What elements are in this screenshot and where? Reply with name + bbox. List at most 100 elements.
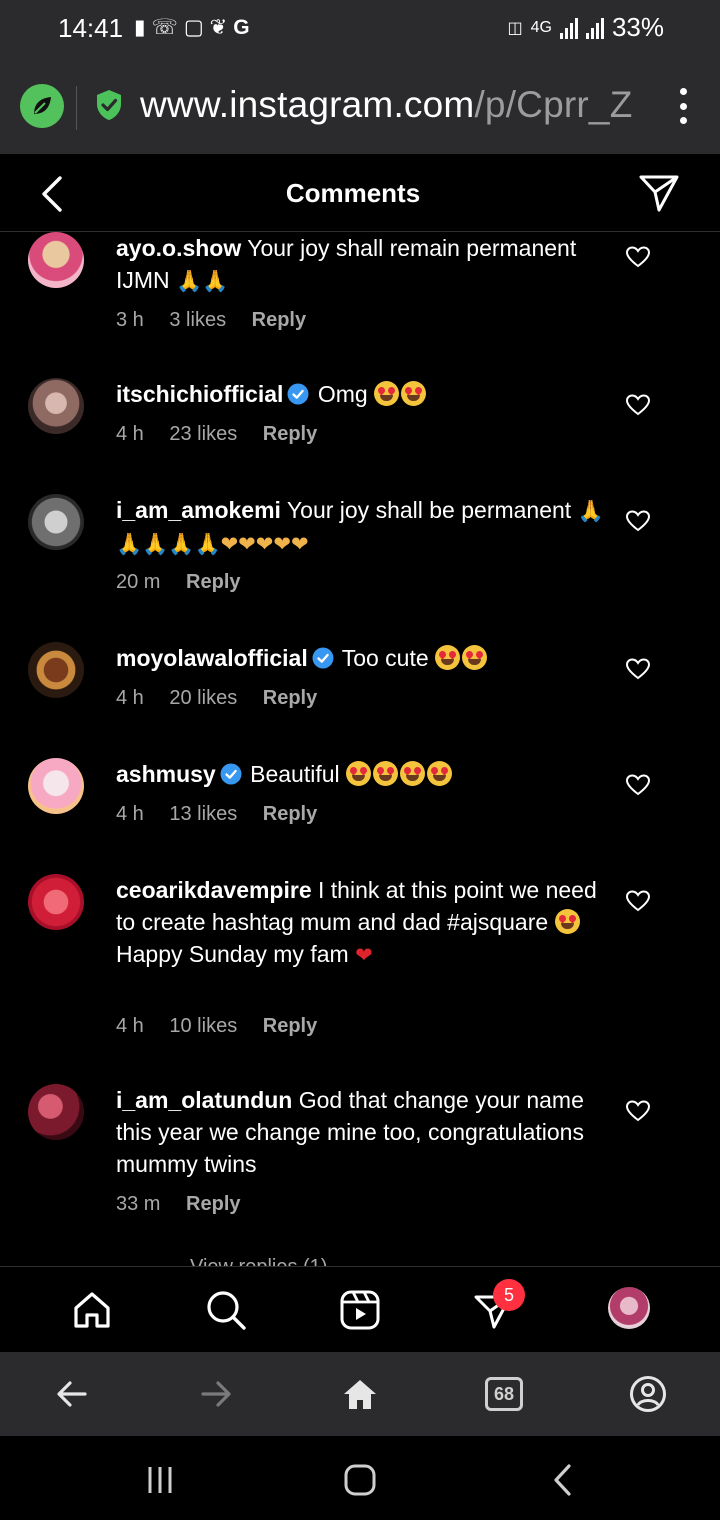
home-square-icon <box>344 1464 376 1496</box>
avatar[interactable] <box>28 232 84 288</box>
avatar[interactable] <box>28 378 84 434</box>
url-host: www.instagram.com <box>140 84 475 125</box>
recent-apps-button[interactable] <box>140 1460 180 1500</box>
comment-meta: 4 h 23 likes Reply <box>116 423 337 446</box>
like-heart-icon[interactable] <box>626 394 650 416</box>
home-icon <box>74 1292 110 1328</box>
comment-likes[interactable]: 20 likes <box>169 687 237 709</box>
comment-text: itschichiofficial Omg <box>116 378 606 410</box>
browser-url-bar: www.instagram.com/p/Cprr_Z <box>0 58 720 154</box>
reply-button[interactable]: Reply <box>186 1193 240 1215</box>
comment-time: 3 h <box>116 309 144 331</box>
share-send-icon[interactable] <box>638 172 680 214</box>
url-path: /p/Cprr_Z <box>474 84 633 125</box>
comment-username[interactable]: moyolawalofficial <box>116 645 308 671</box>
comment-time: 4 h <box>116 687 144 709</box>
comment-body-line-2: Happy Sunday my fam <box>116 941 349 967</box>
twitter-icon: ❦ <box>209 16 228 39</box>
comment-body: Your joy shall be permanent <box>286 497 572 523</box>
reply-button[interactable]: Reply <box>186 571 240 593</box>
leaf-icon <box>34 97 51 114</box>
comments-header: Comments <box>0 154 720 232</box>
comment-likes[interactable]: 3 likes <box>169 309 226 331</box>
browser-menu-button[interactable] <box>678 88 688 124</box>
comment-meta: 4 h 20 likes Reply <box>116 687 337 710</box>
browser-bottom-toolbar: 68 <box>0 1352 720 1436</box>
android-navigation-bar <box>0 1436 720 1520</box>
status-time: 14:41 <box>58 13 124 43</box>
comment-likes[interactable]: 23 likes <box>169 423 237 445</box>
battery-saver-icon: ◫ <box>507 19 523 37</box>
comment-list[interactable]: ayo.o.show Your joy shall remain permane… <box>0 232 720 1266</box>
home-nav-button[interactable] <box>69 1287 115 1333</box>
reply-button[interactable]: Reply <box>252 309 306 331</box>
profile-nav-avatar[interactable] <box>608 1287 650 1329</box>
comment-emoji-2: ❤ <box>355 943 373 967</box>
like-heart-icon[interactable] <box>626 246 650 268</box>
avatar[interactable] <box>28 1084 84 1140</box>
reply-button[interactable]: Reply <box>263 687 317 709</box>
comment-time: 4 h <box>116 1015 144 1037</box>
comment-likes[interactable]: 10 likes <box>169 1015 237 1037</box>
comment-likes[interactable]: 13 likes <box>169 803 237 825</box>
like-heart-icon[interactable] <box>626 1100 650 1122</box>
battery-percent: 33% <box>611 12 664 42</box>
verified-badge-icon <box>312 647 334 669</box>
home-icon <box>344 1380 376 1409</box>
comment-username[interactable]: ashmusy <box>116 761 216 787</box>
reply-button[interactable]: Reply <box>263 1015 317 1037</box>
avatar[interactable] <box>28 494 84 550</box>
google-icon: G <box>233 16 250 39</box>
browser-home-button[interactable] <box>338 1372 382 1416</box>
comment-username[interactable]: ayo.o.show <box>116 235 241 261</box>
avatar[interactable] <box>28 642 84 698</box>
browser-leaf-button[interactable] <box>20 84 64 128</box>
verified-badge-icon <box>220 763 242 785</box>
comment-time: 4 h <box>116 803 144 825</box>
signal-icon <box>559 17 578 39</box>
comment-text: i_am_olatundun God that change your name… <box>116 1084 606 1180</box>
url-field[interactable]: www.instagram.com/p/Cprr_Z <box>140 84 633 126</box>
notification-badge: 5 <box>493 1279 525 1311</box>
avatar[interactable] <box>28 874 84 930</box>
reply-button[interactable]: Reply <box>263 803 317 825</box>
reels-nav-button[interactable] <box>337 1287 383 1333</box>
page-title: Comments <box>285 178 421 208</box>
comment-meta: 4 h 13 likes Reply <box>116 803 337 826</box>
status-bar: 14:41 ▮ ☏ ▢ ❦ G ◫ 4G 33% <box>0 0 720 58</box>
like-heart-icon[interactable] <box>626 510 650 532</box>
account-circle-icon <box>630 1376 666 1412</box>
comment-username[interactable]: i_am_amokemi <box>116 497 281 523</box>
comment-username[interactable]: i_am_olatundun <box>116 1087 292 1113</box>
android-home-button[interactable] <box>340 1460 380 1500</box>
tabs-button[interactable]: 68 <box>485 1377 523 1411</box>
browser-back-button[interactable] <box>50 1372 94 1416</box>
comment-meta: 3 h 3 likes Reply <box>116 309 326 332</box>
comment-text: ashmusy Beautiful <box>116 758 606 790</box>
like-heart-icon[interactable] <box>626 658 650 680</box>
search-icon <box>207 1291 246 1330</box>
chevron-left-icon <box>554 1464 571 1496</box>
android-back-button[interactable] <box>543 1460 583 1500</box>
search-nav-button[interactable] <box>203 1287 249 1333</box>
view-replies-button[interactable]: View replies (1) <box>190 1256 327 1266</box>
status-right: ◫ 4G 33% <box>507 12 664 43</box>
reply-button[interactable]: Reply <box>263 423 317 445</box>
comment-body: Omg <box>317 381 368 407</box>
comment-username[interactable]: ceoarikdavempire <box>116 877 312 903</box>
comment-meta: 4 h 10 likes Reply <box>116 1015 337 1038</box>
comment-emoji: 🙏🙏 <box>176 269 229 293</box>
recent-apps-icon <box>148 1467 172 1493</box>
comment-body: Beautiful <box>250 761 340 787</box>
browser-account-button[interactable] <box>626 1372 670 1416</box>
comment-text: i_am_amokemi Your joy shall be permanent… <box>116 494 606 560</box>
comment-emoji <box>346 761 454 787</box>
screenshot-icon: ▢ <box>183 16 204 39</box>
like-heart-icon[interactable] <box>626 774 650 796</box>
like-heart-icon[interactable] <box>626 890 650 912</box>
avatar[interactable] <box>28 758 84 814</box>
browser-forward-button[interactable] <box>194 1372 238 1416</box>
comment-meta: 20 m Reply <box>116 571 261 594</box>
comment-username[interactable]: itschichiofficial <box>116 381 283 407</box>
network-type-label: 4G <box>530 18 552 36</box>
